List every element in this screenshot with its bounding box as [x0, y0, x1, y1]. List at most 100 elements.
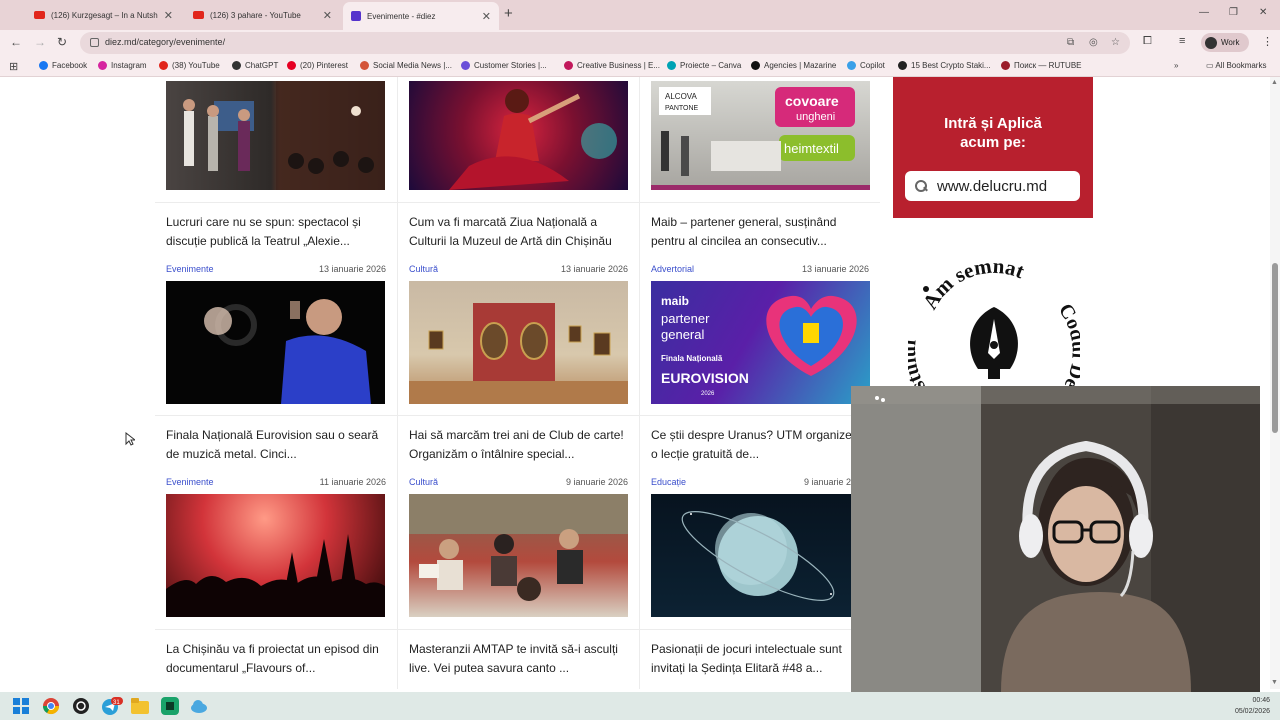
column-divider: [397, 77, 398, 689]
bookmark-social-media-news[interactable]: Social Media News |...: [360, 61, 452, 70]
article-image-uranus[interactable]: [651, 494, 870, 617]
row-divider: [155, 629, 880, 630]
article-title[interactable]: Masteranzii AMTAP te invită să-i asculți…: [409, 640, 631, 678]
svg-text:31: 31: [113, 700, 120, 706]
windows-start-icon[interactable]: [13, 698, 29, 714]
bookmark-pinterest[interactable]: (20) Pinterest: [287, 61, 348, 70]
article-image-book-club[interactable]: [409, 494, 628, 617]
bookmark-crypto[interactable]: 15 Best Crypto Staki...: [898, 61, 991, 70]
file-explorer-icon[interactable]: [131, 698, 149, 714]
dancer-photo: [449, 89, 617, 190]
article-category[interactable]: Cultură: [409, 264, 438, 274]
forward-icon[interactable]: →: [34, 35, 46, 49]
tab-kurzgesagt[interactable]: (126) Kurzgesagt – In a Nutshell ✕: [26, 3, 181, 27]
column-divider: [639, 77, 640, 689]
all-bookmarks-button[interactable]: ▭ All Bookmarks: [1206, 61, 1266, 70]
svg-text:Finala Națională: Finala Națională: [661, 354, 723, 363]
article-image-concert[interactable]: [166, 494, 385, 617]
article-title[interactable]: Finala Națională Eurovision sau o seară …: [166, 426, 388, 464]
ad-text: Intră și Aplică acum pe:: [944, 115, 1042, 151]
article-category[interactable]: Evenimente: [166, 264, 214, 274]
article-title[interactable]: Ce știi despre Uranus? UTM organizează o…: [651, 426, 873, 464]
reload-icon[interactable]: ↻: [57, 35, 67, 49]
ad-url-box: www.delucru.md: [905, 171, 1080, 201]
creative-business-icon: [564, 61, 573, 70]
page-scrollbar[interactable]: ▲ ▼: [1270, 77, 1280, 689]
close-window-icon[interactable]: ✕: [1259, 7, 1267, 18]
article-category[interactable]: Cultură: [409, 477, 438, 487]
telegram-icon[interactable]: 31: [101, 697, 123, 715]
search-icon: [915, 180, 927, 192]
scroll-up-icon[interactable]: ▲: [1271, 79, 1278, 86]
article-image-heimtextil[interactable]: ALCOVA PANTONE covoare ungheni heimtexti…: [651, 81, 870, 190]
article-image-museum[interactable]: [409, 281, 628, 404]
tab-title: (126) 3 pahare - YouTube: [210, 10, 301, 20]
more-bookmarks-icon[interactable]: »: [1174, 61, 1178, 70]
people-presentation-photo: [183, 81, 385, 190]
url-text[interactable]: diez.md/category/evenimente/: [105, 37, 225, 47]
museum-paintings-photo: [409, 303, 628, 404]
tab-3-pahare[interactable]: (126) 3 pahare - YouTube ✕: [185, 3, 340, 27]
apps-grid-icon[interactable]: ⊞: [9, 60, 18, 73]
article-title[interactable]: Cum va fi marcată Ziua Națională a Cultu…: [409, 213, 631, 251]
article-title[interactable]: Hai să marcăm trei ani de Club de carte!…: [409, 426, 631, 464]
profile-button[interactable]: Work: [1201, 33, 1249, 52]
scroll-down-icon[interactable]: ▼: [1271, 679, 1278, 686]
new-tab-button[interactable]: +: [504, 5, 513, 22]
delucru-ad-banner[interactable]: Intră și Aplică acum pe: www.delucru.md: [893, 77, 1093, 218]
cloud-icon[interactable]: [190, 697, 208, 715]
bookmark-youtube[interactable]: (38) YouTube: [159, 61, 220, 70]
article-date: 9 ianuarie 2: [803, 477, 851, 487]
minimize-icon[interactable]: —: [1199, 7, 1209, 18]
address-bar[interactable]: diez.md/category/evenimente/ ⧉ ◎ ☆: [80, 32, 1130, 54]
article-title[interactable]: Pasionații de jocuri intelectuale sunt i…: [651, 640, 873, 678]
reading-list-icon[interactable]: ≡: [1179, 35, 1185, 47]
svg-text:ALCOVA: ALCOVA: [665, 92, 698, 101]
tracking-hidden-icon[interactable]: ◎: [1089, 37, 1098, 48]
tab-evenimente[interactable]: Evenimente - #diez ✕: [343, 2, 499, 30]
article-image-actress[interactable]: [166, 281, 385, 404]
bookmark-rutube[interactable]: Поиск — RUTUBE: [1001, 61, 1082, 70]
close-icon[interactable]: ✕: [323, 9, 332, 22]
article-title[interactable]: Maib – partener general, susținând pentr…: [651, 213, 873, 251]
rutube-icon: [1001, 61, 1010, 70]
article-category[interactable]: Evenimente: [166, 477, 214, 487]
android-studio-icon[interactable]: [161, 697, 179, 715]
article-title[interactable]: La Chișinău va fi proiectat un episod di…: [166, 640, 388, 678]
article-category[interactable]: Educație: [651, 477, 686, 487]
close-icon[interactable]: ✕: [164, 9, 173, 22]
chatgpt-icon: [232, 61, 241, 70]
article-image-people-presentation[interactable]: [166, 81, 385, 190]
article-title[interactable]: Lucruri care nu se spun: spectacol și di…: [166, 213, 388, 251]
bookmark-instagram[interactable]: Instagram: [98, 61, 147, 70]
bookmark-creative-business[interactable]: Creative Business | E...: [564, 61, 660, 70]
article-date: 9 ianuarie 2026: [565, 477, 628, 487]
menu-icon[interactable]: ⋮: [1262, 35, 1273, 48]
maximize-icon[interactable]: ❐: [1229, 7, 1238, 18]
scrollbar-thumb[interactable]: [1272, 263, 1278, 433]
translate-icon[interactable]: ⧉: [1067, 37, 1074, 48]
bookmark-star-icon[interactable]: ☆: [1111, 37, 1120, 48]
svg-text:2026: 2026: [701, 391, 715, 397]
system-clock[interactable]: 00:46 05/02/2026: [1218, 695, 1270, 717]
extensions-icon[interactable]: ⧠: [1143, 35, 1152, 48]
heimtextil-fair-photo: ALCOVA PANTONE covoare ungheni heimtexti…: [651, 87, 870, 190]
bookmarks-bar: ⊞ Facebook Instagram (38) YouTube ChatGP…: [0, 56, 1280, 77]
bookmark-customer-stories[interactable]: Customer Stories |...: [461, 61, 547, 70]
article-category[interactable]: Advertorial: [651, 264, 694, 274]
chatgpt-icon[interactable]: [72, 697, 90, 715]
article-image-dancer[interactable]: [409, 81, 628, 190]
svg-text:covoare: covoare: [785, 93, 839, 109]
bookmark-mazarine[interactable]: Agencies | Mazarine: [751, 61, 836, 70]
close-icon[interactable]: ✕: [482, 10, 491, 23]
svg-text:maib: maib: [661, 294, 689, 308]
bookmark-copilot[interactable]: Copilot: [847, 61, 885, 70]
article-image-maib-eurovision[interactable]: maib partener general Finala Națională E…: [651, 281, 870, 404]
bookmark-facebook[interactable]: Facebook: [39, 61, 87, 70]
avatar: [1205, 36, 1217, 49]
chrome-icon[interactable]: [42, 697, 60, 715]
bookmark-chatgpt[interactable]: ChatGPT: [232, 61, 278, 70]
back-icon[interactable]: ←: [10, 35, 22, 49]
bookmark-canva[interactable]: Proiecte – Canva: [667, 61, 741, 70]
site-info-icon[interactable]: [90, 38, 99, 47]
